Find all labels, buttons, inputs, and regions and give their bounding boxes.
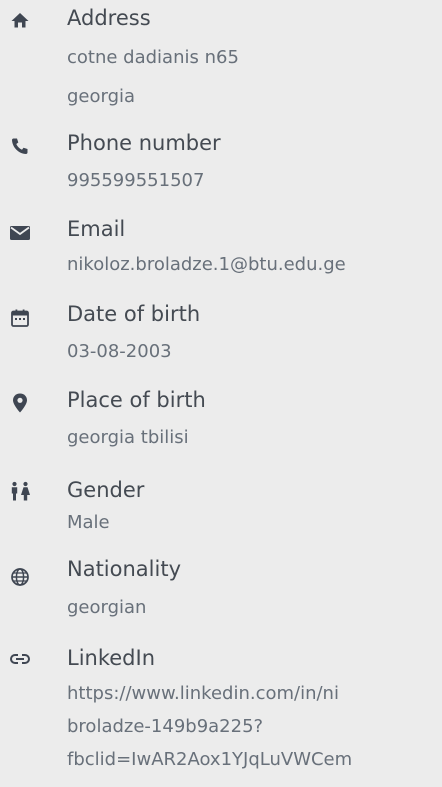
linkedin-url-line-1[interactable]: https://www.linkedin.com/in/ni <box>67 680 339 708</box>
phone-icon <box>9 135 31 157</box>
gender-label: Gender <box>67 478 145 502</box>
address-line-1: cotne dadianis n65 <box>67 47 239 68</box>
nationality-label: Nationality <box>67 557 182 581</box>
address-line-2: georgia <box>67 86 136 107</box>
phone-value: 995599551507 <box>67 170 205 191</box>
place-of-birth-label: Place of birth <box>67 388 206 412</box>
linkedin-url-line-3[interactable]: fbclid=IwAR2Aox1YJqLuVWCem <box>67 746 352 774</box>
email-value: nikoloz.broladze.1@btu.edu.ge <box>67 254 346 275</box>
home-icon <box>9 9 31 31</box>
date-of-birth-label: Date of birth <box>67 302 201 326</box>
email-label: Email <box>67 217 126 241</box>
gender-icon <box>9 481 31 503</box>
address-label: Address <box>67 6 151 30</box>
personal-info-list: Address cotne dadianis n65 georgia Phone… <box>0 0 442 787</box>
info-item-phone: Phone number 995599551507 <box>0 125 442 200</box>
info-item-address: Address cotne dadianis n65 georgia <box>0 0 442 110</box>
link-icon <box>9 648 31 670</box>
info-item-nationality: Nationality georgian <box>0 555 442 630</box>
map-pin-icon <box>9 392 31 414</box>
info-item-place-of-birth: Place of birth georgia tbilisi <box>0 382 442 457</box>
phone-label: Phone number <box>67 131 221 155</box>
nationality-value: georgian <box>67 597 147 618</box>
info-item-date-of-birth: Date of birth 03-08-2003 <box>0 296 442 371</box>
info-item-gender: Gender Male <box>0 472 442 547</box>
place-of-birth-value: georgia tbilisi <box>67 427 189 448</box>
linkedin-label: LinkedIn <box>67 646 156 670</box>
gender-value: Male <box>67 512 110 533</box>
globe-icon <box>9 566 31 588</box>
info-item-linkedin: LinkedIn https://www.linkedin.com/in/ni … <box>0 645 442 787</box>
calendar-icon <box>9 307 31 329</box>
email-icon <box>9 222 31 244</box>
info-item-email: Email nikoloz.broladze.1@btu.edu.ge <box>0 211 442 286</box>
date-of-birth-value: 03-08-2003 <box>67 341 172 362</box>
linkedin-url-line-2[interactable]: broladze-149b9a225? <box>67 713 263 741</box>
